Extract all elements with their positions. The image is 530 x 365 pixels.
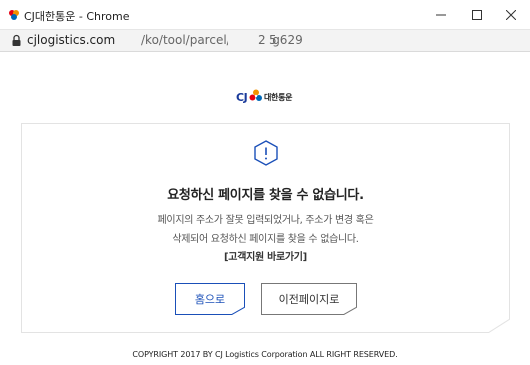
url-path: /ko/tool/parcel/tracking629 — [141, 33, 303, 47]
previous-page-button[interactable]: 이전페이지로 — [261, 283, 357, 315]
home-button-label: 홈으로 — [194, 293, 226, 306]
url-fragment: 2 — [258, 33, 266, 47]
customer-support-link[interactable]: [고객지원 바로가기] — [22, 248, 509, 263]
address-bar[interactable]: cjlogistics.com /ko/tool/parcel/tracking… — [0, 30, 530, 52]
previous-page-button-label: 이전페이지로 — [278, 293, 340, 306]
url-host: cjlogistics.com — [27, 33, 116, 47]
error-description-line1: 페이지의 주소가 잘못 입력되었거나, 주소가 변경 혹은 — [157, 215, 374, 226]
url-fragment: 5 — [269, 33, 277, 47]
error-description-line2: 삭제되어 요청하신 페이지를 찾을 수 없습니다. — [172, 234, 359, 245]
window-title: CJ대한통운 - Chrome — [24, 10, 130, 23]
logo-company-name: 대한통운 — [264, 93, 293, 102]
button-corner-decoration — [343, 307, 357, 315]
logo-cj-text: CJ — [236, 91, 248, 104]
lock-icon — [12, 34, 21, 46]
cj-logo-mark-icon — [249, 89, 262, 101]
maximize-button[interactable] — [460, 3, 494, 27]
error-card: 요청하신 페이지를 찾을 수 없습니다. 페이지의 주소가 잘못 입력되었거나,… — [21, 123, 510, 333]
window-titlebar: CJ대한통운 - Chrome — [0, 0, 530, 30]
button-corner-decoration — [231, 307, 245, 315]
footer-copyright: COPYRIGHT 2017 BY CJ Logistics Corporati… — [132, 350, 398, 359]
close-button[interactable] — [494, 3, 528, 27]
card-corner-fold — [488, 319, 510, 333]
error-heading: 요청하신 페이지를 찾을 수 없습니다. — [167, 188, 364, 203]
cj-favicon-icon — [9, 10, 19, 20]
page-content: CJ 대한통운 요청하신 페이지를 찾을 수 없습니다. 페이지의 주소가 잘못… — [0, 52, 530, 365]
minimize-icon — [436, 14, 446, 16]
home-button[interactable]: 홈으로 — [175, 283, 245, 315]
maximize-icon — [472, 10, 482, 20]
close-icon — [506, 10, 516, 20]
alert-hexagon-icon — [254, 140, 278, 166]
cj-logo[interactable]: CJ 대한통운 — [236, 89, 298, 109]
minimize-button[interactable] — [424, 3, 458, 27]
